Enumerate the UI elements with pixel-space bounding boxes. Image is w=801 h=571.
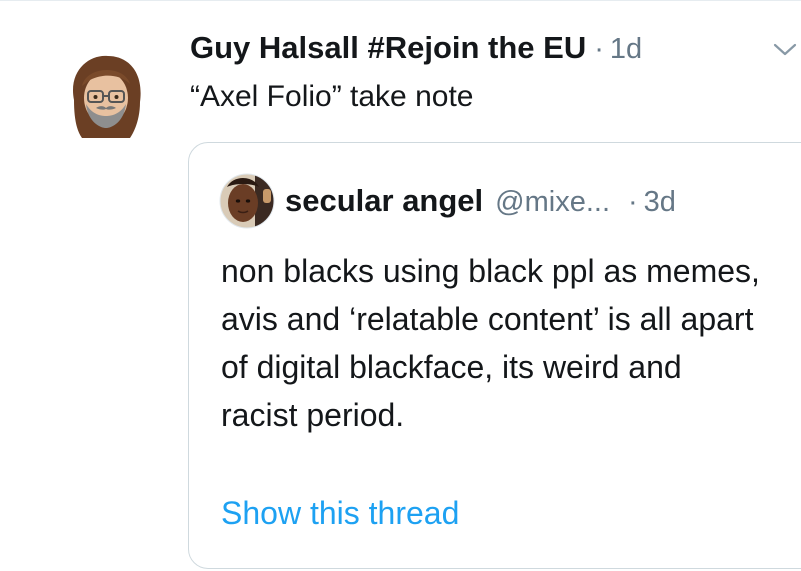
quoted-author-name[interactable]: secular angel (285, 183, 483, 219)
author-name[interactable]: Guy Halsall #Rejoin the EU (190, 30, 586, 66)
quoted-tweet-timestamp[interactable]: 3d (644, 186, 676, 219)
quoted-tweet-header: secular angel @mixe... · 3d (285, 183, 676, 219)
quoted-author-handle[interactable]: @mixe... (495, 186, 610, 219)
quoted-tweet-card[interactable]: secular angel @mixe... · 3d non blacks u… (188, 142, 801, 569)
quoted-author-avatar[interactable] (219, 173, 275, 229)
tweet-text: “Axel Folio” take note (190, 80, 474, 113)
tweet-timestamp[interactable]: 1d (610, 33, 642, 66)
dot-separator: · (594, 33, 604, 65)
tweet-header: Guy Halsall #Rejoin the EU · 1d (190, 30, 642, 66)
chevron-down-icon[interactable] (772, 42, 798, 58)
dot-separator: · (628, 186, 638, 218)
author-avatar[interactable] (60, 50, 152, 142)
top-divider (0, 0, 801, 1)
quoted-tweet-text: non blacks using black ppl as memes, avi… (221, 253, 760, 433)
show-thread-link[interactable]: Show this thread (221, 495, 459, 532)
